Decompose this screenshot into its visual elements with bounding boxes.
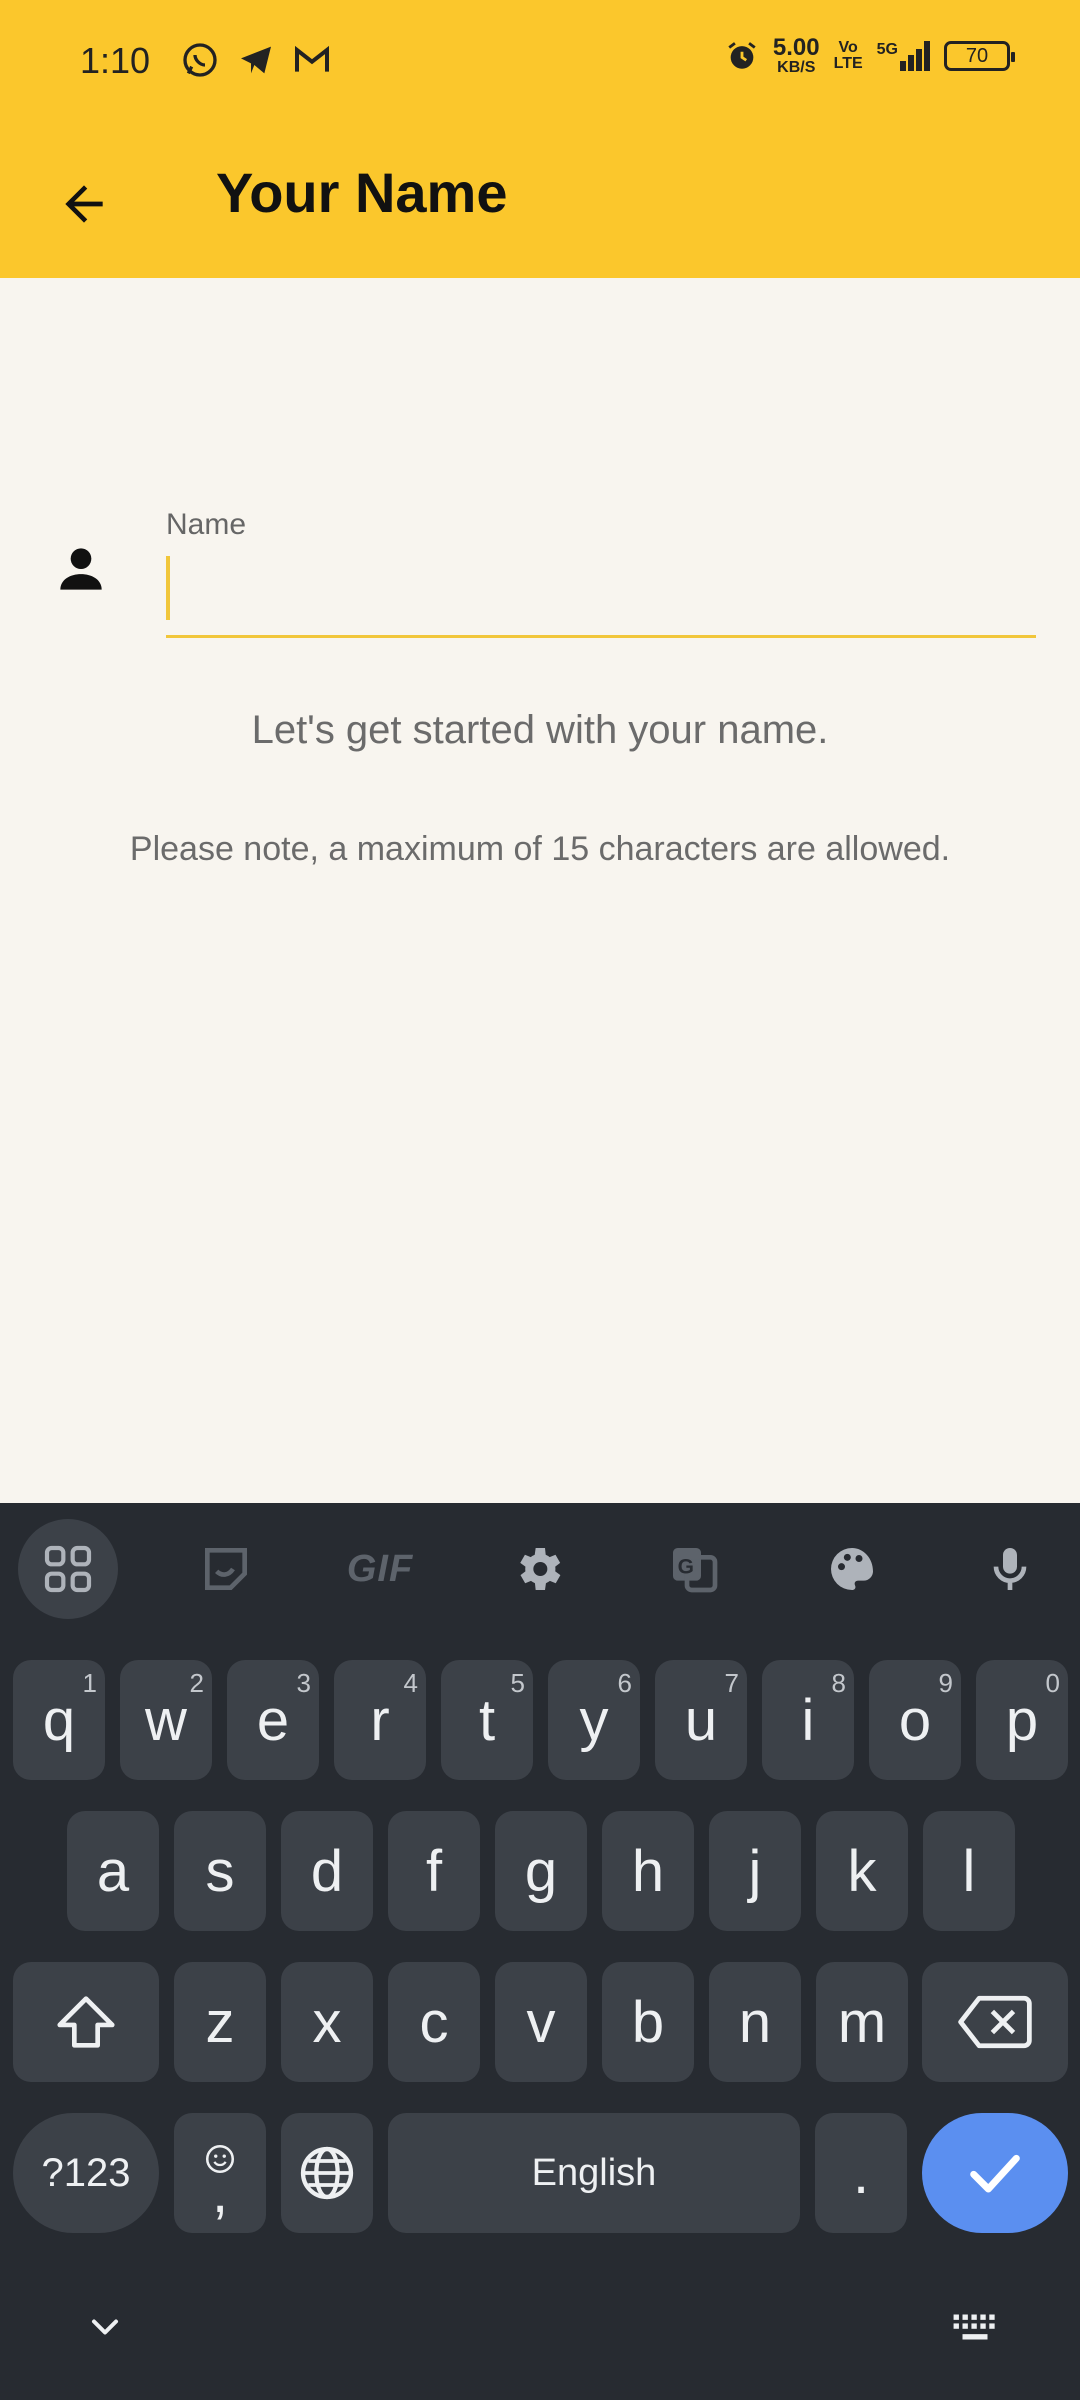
hide-keyboard-button[interactable] <box>70 2292 140 2362</box>
soft-keyboard: GIF G q 1 w 2 e 3 r 4 t 5 y 6 u 7 i 8 o … <box>0 1503 1080 2400</box>
key-s[interactable]: s <box>174 1811 266 1931</box>
key-i[interactable]: i8 <box>762 1660 854 1780</box>
key-n[interactable]: n <box>709 1962 801 2082</box>
intro-text: Let's get started with your name. <box>251 708 829 752</box>
key-z[interactable]: z <box>174 1962 266 2082</box>
status-bar: 1:10 5.00 KB/S Vo LTE 5G 70 <box>0 0 1080 120</box>
person-icon <box>60 548 102 590</box>
signal-icon: 5G <box>877 41 930 71</box>
voice-input-button[interactable] <box>960 1519 1060 1619</box>
enter-key[interactable] <box>922 2113 1068 2233</box>
key-c[interactable]: c <box>388 1962 480 2082</box>
comma-key[interactable]: , <box>174 2113 266 2233</box>
key-w[interactable]: w2 <box>120 1660 212 1780</box>
key-p[interactable]: p0 <box>976 1660 1068 1780</box>
key-d[interactable]: d <box>281 1811 373 1931</box>
key-y[interactable]: y6 <box>548 1660 640 1780</box>
text-cursor <box>166 556 170 620</box>
shift-icon <box>57 1996 115 2048</box>
checkmark-icon <box>970 2154 1020 2193</box>
apps-button[interactable] <box>18 1519 118 1619</box>
switch-keyboard-button[interactable] <box>940 2292 1010 2362</box>
volte-indicator: Vo LTE <box>833 39 863 72</box>
whatsapp-icon <box>183 43 217 77</box>
key-l[interactable]: l <box>923 1811 1015 1931</box>
microphone-icon <box>993 1548 1027 1590</box>
key-q[interactable]: q1 <box>13 1660 105 1780</box>
key-k[interactable]: k <box>816 1811 908 1931</box>
period-key[interactable]: . <box>815 2113 907 2233</box>
arrow-back-icon <box>65 185 103 223</box>
backspace-icon <box>958 1995 1032 2049</box>
space-key[interactable]: English <box>388 2113 800 2233</box>
character-limit-note: Please note, a maximum of 15 characters … <box>129 830 951 868</box>
grid-icon <box>44 1545 92 1593</box>
key-u[interactable]: u7 <box>655 1660 747 1780</box>
shift-key[interactable] <box>13 1962 159 2082</box>
notification-icons <box>180 40 332 80</box>
theme-button[interactable] <box>802 1519 902 1619</box>
translate-button[interactable]: G <box>644 1519 744 1619</box>
status-time: 1:10 <box>80 40 151 81</box>
globe-icon <box>300 2146 354 2200</box>
name-field-label: Name <box>166 508 247 541</box>
app-bar: Your Name <box>0 120 1080 278</box>
keyboard-nav-row <box>0 2270 1080 2400</box>
key-g[interactable]: g <box>495 1811 587 1931</box>
alarm-icon <box>728 42 756 69</box>
key-a[interactable]: a <box>67 1811 159 1931</box>
palette-icon <box>831 1548 873 1590</box>
translate-icon: G <box>673 1548 718 1593</box>
gif-button[interactable]: GIF <box>330 1519 430 1619</box>
backspace-key[interactable] <box>922 1962 1068 2082</box>
key-t[interactable]: t5 <box>441 1660 533 1780</box>
key-h[interactable]: h <box>602 1811 694 1931</box>
back-button[interactable] <box>44 164 124 244</box>
key-v[interactable]: v <box>495 1962 587 2082</box>
key-j[interactable]: j <box>709 1811 801 1931</box>
gear-icon <box>520 1548 561 1590</box>
key-m[interactable]: m <box>816 1962 908 2082</box>
svg-text:G: G <box>678 1556 694 1579</box>
language-key[interactable] <box>281 2113 373 2233</box>
key-e[interactable]: e3 <box>227 1660 319 1780</box>
page-title: Your Name <box>216 161 508 224</box>
key-x[interactable]: x <box>281 1962 373 2082</box>
key-o[interactable]: o9 <box>869 1660 961 1780</box>
sticker-button[interactable] <box>176 1519 276 1619</box>
key-f[interactable]: f <box>388 1811 480 1931</box>
settings-button[interactable] <box>488 1519 588 1619</box>
net-speed: 5.00 KB/S <box>772 34 820 76</box>
name-input[interactable] <box>166 552 1036 638</box>
keyboard-icon <box>953 2314 995 2340</box>
status-right: 5.00 KB/S Vo LTE 5G 70 <box>725 34 1015 76</box>
name-field[interactable]: Name <box>166 500 1036 646</box>
chevron-down-icon <box>91 2319 119 2335</box>
telegram-icon <box>241 46 271 74</box>
battery-icon: 70 <box>944 41 1015 71</box>
key-r[interactable]: r4 <box>334 1660 426 1780</box>
symbols-key[interactable]: ?123 <box>13 2113 159 2233</box>
sticker-icon <box>205 1548 247 1590</box>
gif-icon: GIF <box>346 1547 414 1590</box>
keyboard-toolbar: GIF G <box>0 1503 1080 1633</box>
gmail-icon <box>295 45 329 72</box>
key-b[interactable]: b <box>602 1962 694 2082</box>
